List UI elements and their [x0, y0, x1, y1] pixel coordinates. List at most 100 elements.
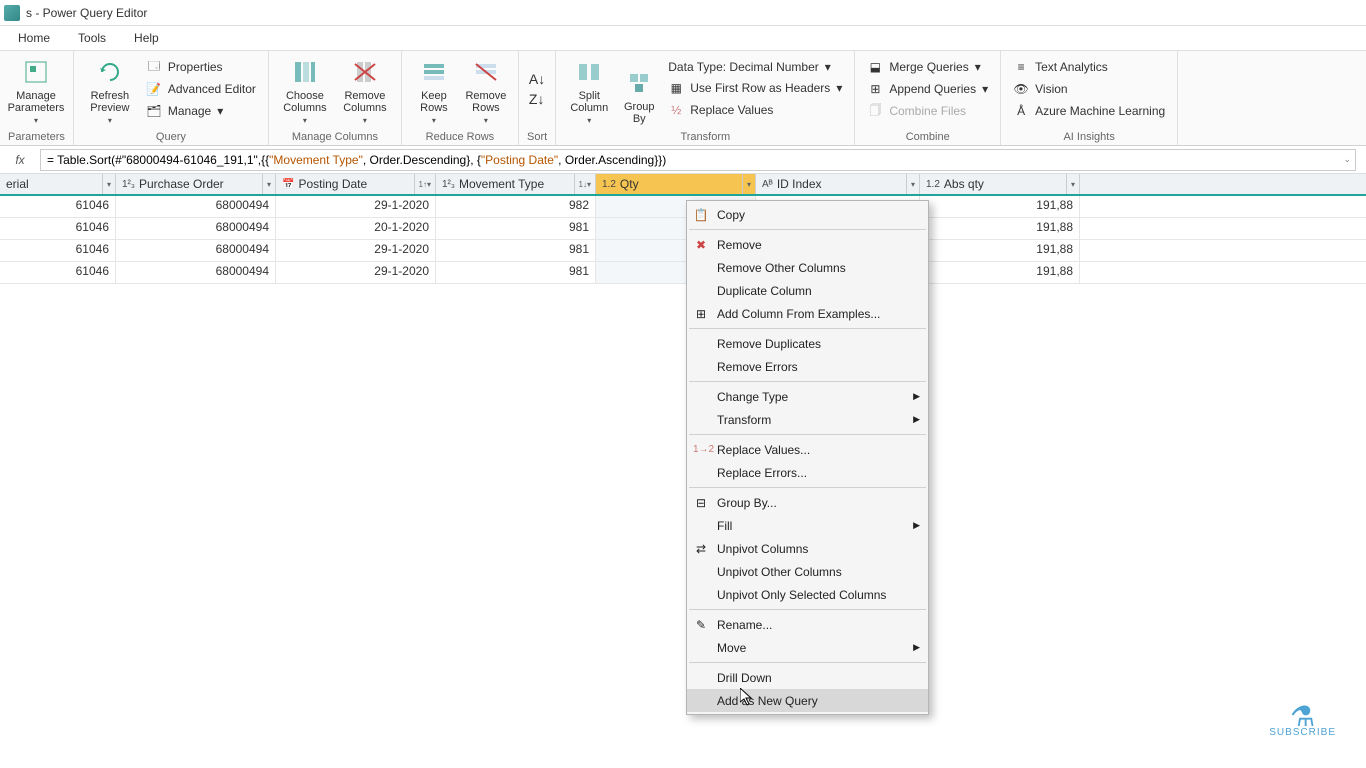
menu-add-from-examples[interactable]: ⊞Add Column From Examples...: [687, 302, 928, 325]
menu-add-as-new-query[interactable]: Add as New Query: [687, 689, 928, 712]
column-id-index[interactable]: AᴮID Index▾: [756, 174, 920, 194]
fx-icon[interactable]: fx: [0, 153, 40, 167]
text-analytics-button[interactable]: ≡Text Analytics: [1009, 58, 1169, 76]
keep-rows-button[interactable]: Keep Rows ▾: [410, 53, 458, 127]
combine-files-button[interactable]: 🗍Combine Files: [863, 102, 992, 120]
first-row-headers-button[interactable]: ▦Use First Row as Headers ▾: [664, 79, 846, 97]
filter-icon[interactable]: 1↓▾: [574, 174, 591, 194]
vision-icon: 👁: [1013, 81, 1029, 97]
sort-desc-icon: Z↓: [529, 91, 545, 107]
menu-remove[interactable]: ✖Remove: [687, 233, 928, 256]
menu-remove-errors[interactable]: Remove Errors: [687, 355, 928, 378]
menu-tools[interactable]: Tools: [78, 31, 106, 45]
table-row[interactable]: 61046 68000494 29-1-2020 981 191,88: [0, 240, 1366, 262]
append-queries-button[interactable]: ⊞Append Queries ▾: [863, 80, 992, 98]
menu-unpivot-selected[interactable]: Unpivot Only Selected Columns: [687, 583, 928, 606]
separator: [689, 434, 926, 435]
menu-change-type[interactable]: Change Type▶: [687, 385, 928, 408]
properties-icon: 🗔: [146, 59, 162, 75]
properties-button[interactable]: 🗔Properties: [142, 58, 260, 76]
menu-move[interactable]: Move▶: [687, 636, 928, 659]
dna-icon: ⚗: [1269, 707, 1336, 727]
filter-icon[interactable]: ▾: [262, 174, 271, 194]
formula-input[interactable]: = Table.Sort(#"68000494-61046_191,1",{{"…: [40, 149, 1356, 171]
rename-icon: ✎: [693, 618, 709, 632]
remove-rows-icon: [470, 56, 502, 88]
dropdown-icon: ▾: [303, 116, 307, 125]
menu-group-by[interactable]: ⊟Group By...: [687, 491, 928, 514]
group-ai-insights: ≡Text Analytics 👁Vision ÅAzure Machine L…: [1001, 51, 1178, 145]
manage-parameters-button[interactable]: Manage Parameters ▾: [8, 53, 64, 127]
submenu-arrow-icon: ▶: [913, 642, 920, 653]
dropdown-icon: ▾: [825, 60, 831, 74]
merge-queries-button[interactable]: ⬓Merge Queries ▾: [863, 58, 992, 76]
choose-columns-button[interactable]: Choose Columns ▾: [277, 53, 333, 127]
remove-columns-icon: [349, 56, 381, 88]
menu-drill-down[interactable]: Drill Down: [687, 666, 928, 689]
menu-transform[interactable]: Transform▶: [687, 408, 928, 431]
column-posting-date[interactable]: 📅Posting Date1↑▾: [276, 174, 436, 194]
filter-icon[interactable]: ▾: [906, 174, 915, 194]
group-icon: [623, 67, 655, 99]
group-by-button[interactable]: Group By: [618, 53, 660, 127]
separator: [689, 328, 926, 329]
remove-columns-button[interactable]: Remove Columns ▾: [337, 53, 393, 127]
menu-rename[interactable]: ✎Rename...: [687, 613, 928, 636]
group-sort: A↓ Z↓ Sort: [519, 51, 556, 145]
filter-icon[interactable]: 1↑▾: [414, 174, 431, 194]
menu-unpivot[interactable]: ⇄Unpivot Columns: [687, 537, 928, 560]
refresh-icon: [94, 56, 126, 88]
column-material[interactable]: erial▾: [0, 174, 116, 194]
column-qty[interactable]: 1.2Qty▾: [596, 174, 756, 194]
column-purchase-order[interactable]: 1²₃Purchase Order▾: [116, 174, 276, 194]
dropdown-icon: ▾: [108, 116, 112, 125]
menu-remove-other[interactable]: Remove Other Columns: [687, 256, 928, 279]
menu-unpivot-other[interactable]: Unpivot Other Columns: [687, 560, 928, 583]
replace-values-button[interactable]: ½Replace Values: [664, 101, 846, 119]
menu-replace-values[interactable]: 1→2Replace Values...: [687, 438, 928, 461]
parameters-icon: [20, 56, 52, 88]
filter-icon[interactable]: ▾: [1066, 174, 1075, 194]
filter-icon[interactable]: ▾: [742, 174, 751, 194]
menu-bar: Home Tools Help: [0, 26, 1366, 50]
add-column-icon: ⊞: [693, 307, 709, 321]
replace-icon: ½: [668, 102, 684, 118]
table-row[interactable]: 61046 68000494 20-1-2020 981 191,88: [0, 218, 1366, 240]
expand-icon[interactable]: ⌄: [1343, 154, 1351, 165]
menu-fill[interactable]: Fill▶: [687, 514, 928, 537]
manage-icon: 🗂: [146, 103, 162, 119]
dropdown-icon: ▾: [587, 116, 591, 125]
submenu-arrow-icon: ▶: [913, 520, 920, 531]
data-type-button[interactable]: Data Type: Decimal Number ▾: [664, 59, 846, 75]
table-row[interactable]: 61046 68000494 29-1-2020 982 191,88: [0, 196, 1366, 218]
azure-ml-button[interactable]: ÅAzure Machine Learning: [1009, 102, 1169, 120]
menu-home[interactable]: Home: [18, 31, 50, 45]
separator: [689, 609, 926, 610]
group-manage-columns: Choose Columns ▾ Remove Columns ▾ Manage…: [269, 51, 402, 145]
remove-icon: ✖: [693, 238, 709, 252]
refresh-preview-button[interactable]: Refresh Preview ▾: [82, 53, 138, 127]
menu-duplicate[interactable]: Duplicate Column: [687, 279, 928, 302]
editor-icon: 📝: [146, 81, 162, 97]
manage-button[interactable]: 🗂Manage ▾: [142, 102, 260, 120]
table-row[interactable]: 61046 68000494 29-1-2020 981 191,88: [0, 262, 1366, 284]
group-transform: Split Column ▾ Group By Data Type: Decim…: [556, 51, 855, 145]
type-text-icon: Aᴮ: [762, 179, 773, 190]
group-parameters: Manage Parameters ▾ Parameters: [0, 51, 74, 145]
menu-replace-errors[interactable]: Replace Errors...: [687, 461, 928, 484]
copy-icon: 📋: [693, 208, 709, 222]
column-abs-qty[interactable]: 1.2Abs qty▾: [920, 174, 1080, 194]
advanced-editor-button[interactable]: 📝Advanced Editor: [142, 80, 260, 98]
column-movement-type[interactable]: 1²₃Movement Type1↓▾: [436, 174, 596, 194]
vision-button[interactable]: 👁Vision: [1009, 80, 1169, 98]
menu-help[interactable]: Help: [134, 31, 159, 45]
split-column-button[interactable]: Split Column ▾: [564, 53, 614, 127]
separator: [689, 229, 926, 230]
menu-copy[interactable]: 📋Copy: [687, 203, 928, 226]
filter-icon[interactable]: ▾: [102, 174, 111, 194]
sort-desc-button[interactable]: Z↓: [527, 89, 547, 109]
sort-asc-button[interactable]: A↓: [527, 69, 547, 89]
menu-remove-duplicates[interactable]: Remove Duplicates: [687, 332, 928, 355]
remove-rows-button[interactable]: Remove Rows ▾: [462, 53, 510, 127]
unpivot-icon: ⇄: [693, 542, 709, 556]
